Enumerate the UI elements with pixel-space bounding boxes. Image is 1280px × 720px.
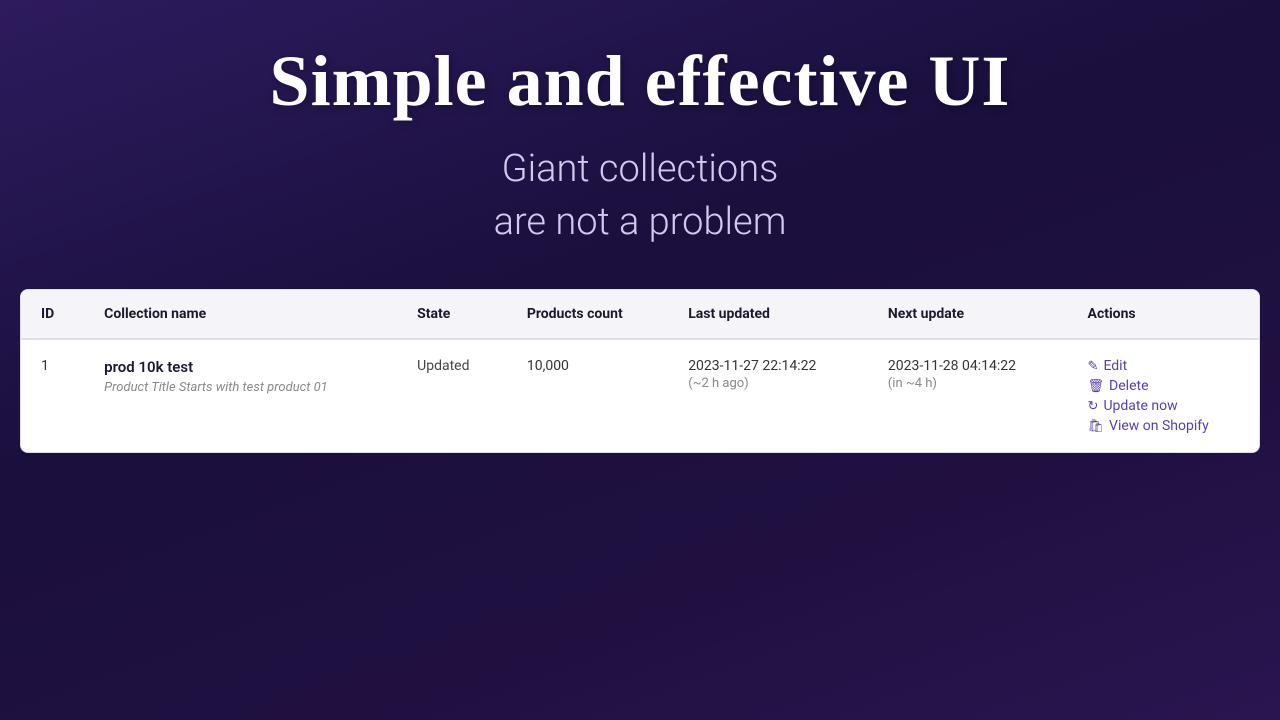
- row-last-updated-date: 2023-11-27 22:14:22: [688, 358, 848, 374]
- row-last-updated-relative: (~2 h ago): [688, 376, 848, 391]
- edit-button[interactable]: ✎ Edit: [1088, 358, 1239, 374]
- row-id: 1: [21, 339, 84, 452]
- update-icon: ↻: [1088, 399, 1099, 414]
- table-header-row: ID Collection name State Products count …: [21, 290, 1259, 339]
- view-shopify-label: View on Shopify: [1109, 418, 1209, 434]
- col-last-updated: Last updated: [668, 290, 868, 339]
- delete-button[interactable]: 🗑 Delete: [1088, 378, 1239, 394]
- row-collection-name: prod 10k test: [104, 358, 377, 376]
- row-collection-name-cell: prod 10k test Product Title Starts with …: [84, 339, 397, 452]
- row-products-count-value: 10,000: [527, 358, 569, 374]
- edit-icon: ✎: [1088, 359, 1099, 374]
- row-next-update-date: 2023-11-28 04:14:22: [888, 358, 1048, 374]
- row-last-updated-cell: 2023-11-27 22:14:22 (~2 h ago): [668, 339, 868, 452]
- table-row: 1 prod 10k test Product Title Starts wit…: [21, 339, 1259, 452]
- row-products-count: 10,000: [507, 339, 668, 452]
- view-shopify-button[interactable]: 🛍 View on Shopify: [1088, 418, 1239, 434]
- actions-container: ✎ Edit 🗑 Delete ↻ Update now 🛍: [1088, 358, 1239, 434]
- table-body: 1 prod 10k test Product Title Starts wit…: [21, 339, 1259, 452]
- hero-subtitle: Giant collections are not a problem: [0, 143, 1280, 249]
- delete-label: Delete: [1109, 378, 1148, 394]
- update-now-label: Update now: [1103, 398, 1177, 414]
- row-state: Updated: [397, 339, 507, 452]
- edit-label: Edit: [1103, 358, 1127, 374]
- shopify-icon: 🛍: [1088, 419, 1105, 434]
- row-collection-subtitle: Product Title Starts with test product 0…: [104, 380, 377, 395]
- col-next-update: Next update: [868, 290, 1068, 339]
- hero-subtitle-line1: Giant collections: [502, 147, 779, 191]
- collections-table: ID Collection name State Products count …: [21, 290, 1259, 452]
- hero-title: Simple and effective UI: [0, 40, 1280, 123]
- update-now-button[interactable]: ↻ Update now: [1088, 398, 1239, 414]
- row-next-update-relative: (in ~4 h): [888, 376, 1048, 391]
- hero-section: Simple and effective UI Giant collection…: [0, 0, 1280, 279]
- row-next-update-cell: 2023-11-28 04:14:22 (in ~4 h): [868, 339, 1068, 452]
- col-id: ID: [21, 290, 84, 339]
- row-actions-cell: ✎ Edit 🗑 Delete ↻ Update now 🛍: [1068, 339, 1259, 452]
- hero-subtitle-line2: are not a problem: [494, 200, 787, 244]
- col-products-count: Products count: [507, 290, 668, 339]
- delete-icon: 🗑: [1088, 379, 1105, 394]
- row-state-value: Updated: [417, 358, 469, 374]
- col-state: State: [397, 290, 507, 339]
- table-header: ID Collection name State Products count …: [21, 290, 1259, 339]
- collections-table-container: ID Collection name State Products count …: [20, 289, 1260, 453]
- col-collection-name: Collection name: [84, 290, 397, 339]
- col-actions: Actions: [1068, 290, 1259, 339]
